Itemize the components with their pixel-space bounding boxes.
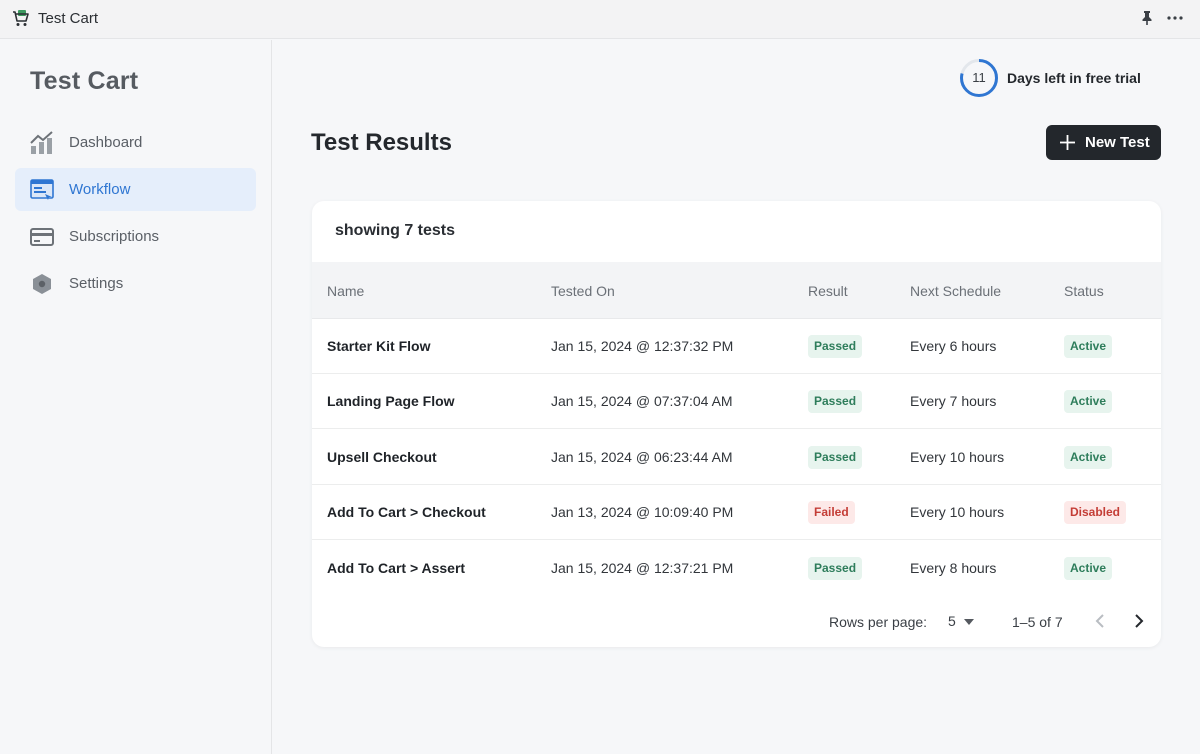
status-badge: Active xyxy=(1064,557,1113,580)
chevron-right-icon[interactable] xyxy=(1133,613,1145,629)
sidebar-item-label: Subscriptions xyxy=(69,228,160,245)
test-name: Upsell Checkout xyxy=(327,449,437,465)
workflow-icon xyxy=(30,179,54,200)
sidebar-item-subscriptions[interactable]: Subscriptions xyxy=(15,215,256,258)
column-header-tested-on[interactable]: Tested On xyxy=(551,283,615,299)
more-options-icon[interactable] xyxy=(1166,10,1184,26)
tested-on: Jan 15, 2024 @ 07:37:04 AM xyxy=(551,393,733,409)
tests-count-label: showing 7 tests xyxy=(335,222,456,239)
test-name: Starter Kit Flow xyxy=(327,338,431,354)
table-row[interactable]: Add To Cart > Checkout Jan 13, 2024 @ 10… xyxy=(312,485,1161,540)
chart-icon xyxy=(30,131,53,154)
rows-per-page-value: 5 xyxy=(948,613,956,629)
sidebar: Test Cart Dashboard Workflow Subscriptio… xyxy=(0,40,272,754)
table-row[interactable]: Starter Kit Flow Jan 15, 2024 @ 12:37:32… xyxy=(312,319,1161,374)
sidebar-item-label: Dashboard xyxy=(69,134,143,151)
new-test-button[interactable]: New Test xyxy=(1046,125,1161,160)
next-schedule: Every 10 hours xyxy=(910,504,1005,520)
next-schedule: Every 7 hours xyxy=(910,393,997,409)
tested-on: Jan 15, 2024 @ 06:23:44 AM xyxy=(551,449,733,465)
table-row[interactable]: Upsell Checkout Jan 15, 2024 @ 06:23:44 … xyxy=(312,430,1161,485)
column-header-next-schedule[interactable]: Next Schedule xyxy=(910,283,1001,299)
caret-down-icon xyxy=(964,619,974,625)
page-title: Test Results xyxy=(311,129,452,156)
table-row[interactable]: Landing Page Flow Jan 15, 2024 @ 07:37:0… xyxy=(312,374,1161,429)
sidebar-item-dashboard[interactable]: Dashboard xyxy=(15,121,256,164)
hexagon-settings-icon xyxy=(33,274,51,294)
column-header-status[interactable]: Status xyxy=(1064,283,1104,299)
rows-per-page-select[interactable]: 5 xyxy=(948,613,978,633)
chevron-left-icon[interactable] xyxy=(1094,613,1106,629)
tested-on: Jan 13, 2024 @ 10:09:40 PM xyxy=(551,504,734,520)
result-badge: Passed xyxy=(808,557,863,580)
test-name: Landing Page Flow xyxy=(327,393,455,409)
sidebar-brand: Test Cart xyxy=(30,67,139,95)
pin-icon[interactable] xyxy=(1140,10,1154,26)
new-test-label: New Test xyxy=(1085,134,1150,151)
pagination-range: 1–5 of 7 xyxy=(1012,614,1063,630)
window-titlebar: Test Cart xyxy=(0,0,1200,39)
status-badge: Disabled xyxy=(1064,501,1127,524)
test-results-card: showing 7 tests Name Tested On Result Ne… xyxy=(312,201,1161,647)
next-schedule: Every 8 hours xyxy=(910,560,997,576)
tested-on: Jan 15, 2024 @ 12:37:32 PM xyxy=(551,338,734,354)
credit-card-icon xyxy=(30,228,54,246)
shopping-cart-app-icon xyxy=(13,10,29,26)
column-header-name[interactable]: Name xyxy=(327,283,364,299)
status-badge: Active xyxy=(1064,390,1113,413)
plus-icon xyxy=(1060,135,1075,150)
trial-days-count: 11 xyxy=(972,70,986,85)
test-name: Add To Cart > Assert xyxy=(327,560,466,576)
sidebar-item-workflow[interactable]: Workflow xyxy=(15,168,256,211)
result-badge: Passed xyxy=(808,335,863,358)
status-badge: Active xyxy=(1064,335,1113,358)
column-header-result[interactable]: Result xyxy=(808,283,848,299)
next-schedule: Every 6 hours xyxy=(910,338,997,354)
tested-on: Jan 15, 2024 @ 12:37:21 PM xyxy=(551,560,734,576)
result-badge: Passed xyxy=(808,390,863,413)
table-header: Name Tested On Result Next Schedule Stat… xyxy=(312,262,1161,319)
trial-days-label: Days left in free trial xyxy=(1007,70,1141,86)
sidebar-item-label: Workflow xyxy=(69,181,131,198)
rows-per-page-label: Rows per page: xyxy=(829,614,928,630)
free-trial-indicator: 11 Days left in free trial xyxy=(959,58,1159,98)
status-badge: Active xyxy=(1064,446,1113,469)
sidebar-item-settings[interactable]: Settings xyxy=(15,262,256,305)
test-name: Add To Cart > Checkout xyxy=(327,504,486,520)
result-badge: Passed xyxy=(808,446,863,469)
result-badge: Failed xyxy=(808,501,855,524)
sidebar-item-label: Settings xyxy=(69,275,124,292)
table-row[interactable]: Add To Cart > Assert Jan 15, 2024 @ 12:3… xyxy=(312,541,1161,596)
next-schedule: Every 10 hours xyxy=(910,449,1005,465)
window-title: Test Cart xyxy=(38,10,99,27)
